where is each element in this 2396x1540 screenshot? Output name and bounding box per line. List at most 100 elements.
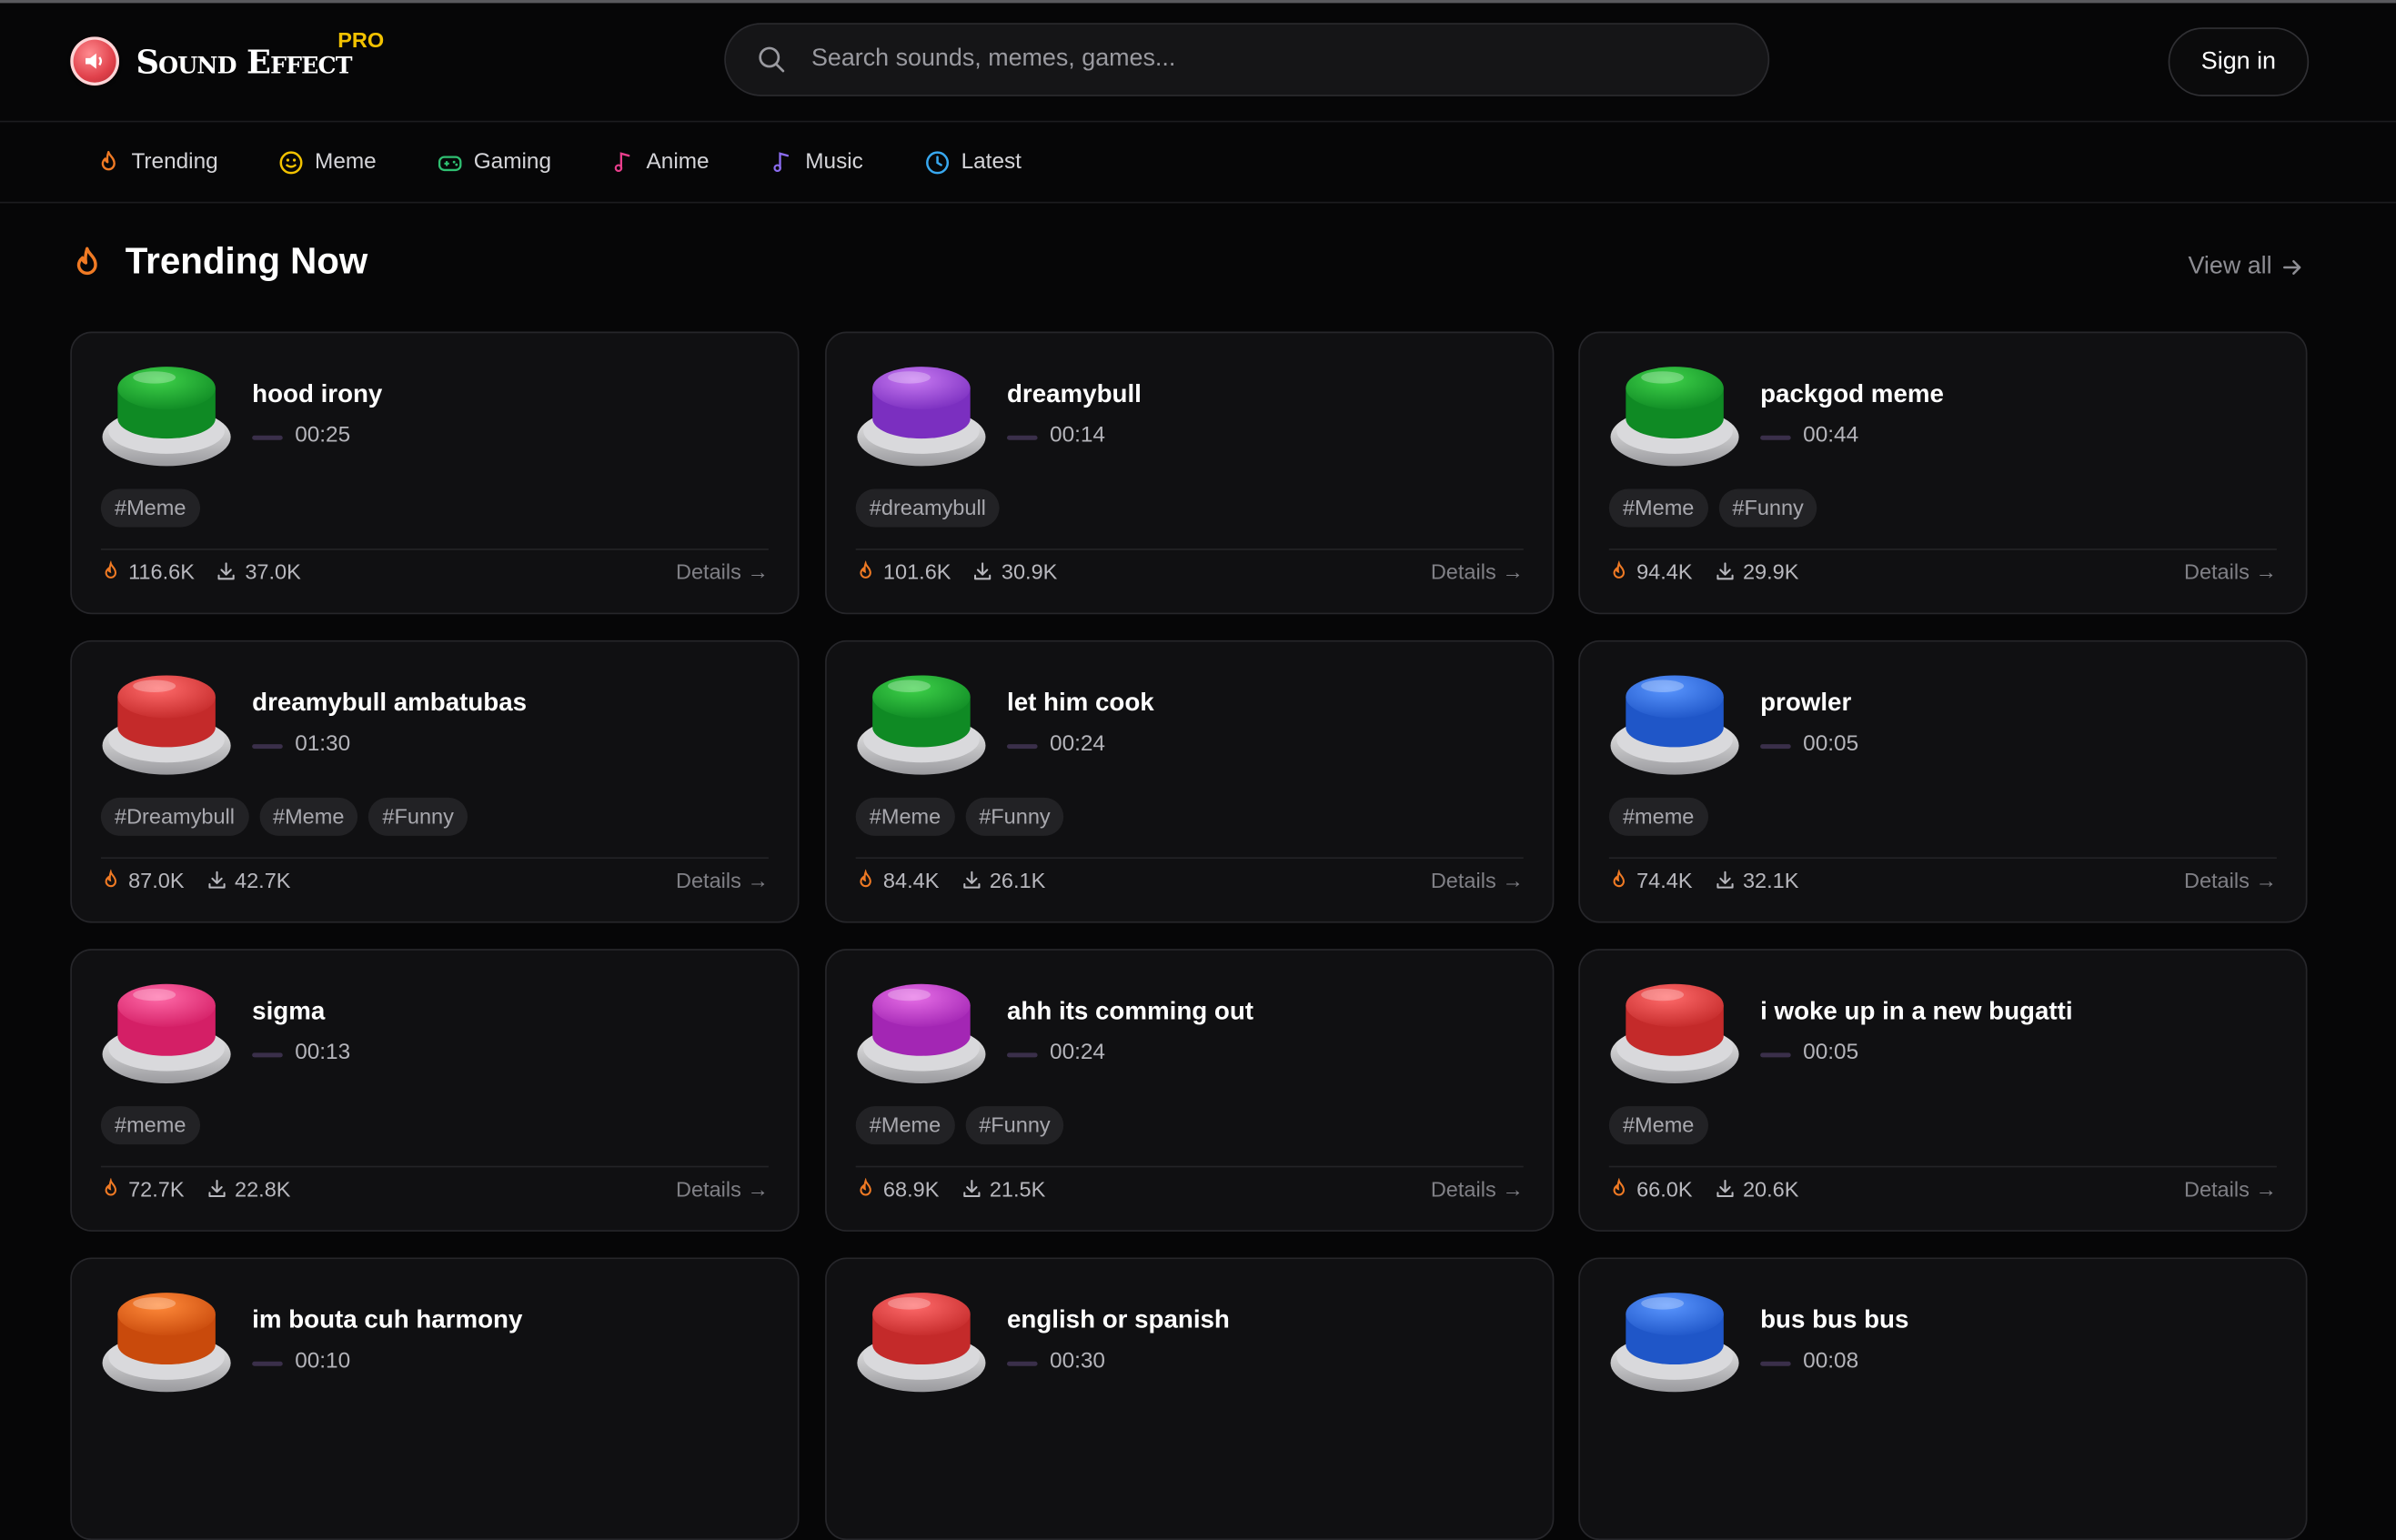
tag-chip[interactable]: #meme (100, 1106, 200, 1145)
sound-title[interactable]: hood irony (252, 380, 382, 409)
play-button-icon[interactable] (1609, 360, 1740, 470)
sound-card[interactable]: im bouta cuh harmony 00:10 (70, 1257, 800, 1540)
nav-label: Gaming (473, 149, 552, 175)
sound-title[interactable]: im bouta cuh harmony (252, 1306, 522, 1335)
downloads-stat: 20.6K (1714, 1176, 1798, 1201)
tag-chip[interactable]: #Meme (855, 797, 955, 836)
sound-card[interactable]: sigma 00:13 #meme 72.7K 22.8K Details → (70, 949, 800, 1232)
sound-card[interactable]: prowler 00:05 #meme 74.4K 32.1K Details → (1578, 639, 2308, 923)
plays-count: 68.9K (882, 1176, 940, 1202)
flame-icon (105, 1178, 116, 1196)
tag-list: #meme (100, 1106, 210, 1145)
search-bar[interactable] (724, 23, 1770, 96)
sound-card[interactable]: bus bus bus 00:08 (1578, 1257, 2308, 1540)
flame-icon (105, 560, 116, 579)
tag-chip[interactable]: #Meme (855, 1106, 955, 1145)
downloads-stat: 42.7K (206, 868, 290, 892)
plays-stat: 66.0K (1609, 1176, 1693, 1201)
play-button-icon[interactable] (101, 360, 232, 470)
downloads-stat: 29.9K (1714, 559, 1798, 584)
play-button-icon[interactable] (101, 978, 232, 1088)
flame-icon (860, 560, 871, 579)
flame-icon (76, 247, 97, 276)
sound-title[interactable]: dreamybull (1007, 380, 1142, 409)
flame-icon (1613, 869, 1625, 888)
view-all-link[interactable]: View all (2188, 254, 2302, 281)
details-link[interactable]: Details → (2184, 1176, 2277, 1201)
sound-title[interactable]: english or spanish (1007, 1306, 1230, 1335)
details-link[interactable]: Details → (1431, 868, 1524, 892)
tag-chip[interactable]: #Funny (1718, 488, 1817, 528)
details-link[interactable]: Details → (676, 1176, 769, 1201)
plays-stat: 84.4K (856, 868, 939, 892)
sound-card[interactable]: ahh its comming out 00:24 #Meme #Funny 68.9… (825, 949, 1555, 1232)
tag-list: #Meme #Funny (855, 1106, 1075, 1145)
tag-chip[interactable]: #Funny (368, 797, 468, 836)
sound-title[interactable]: bus bus bus (1760, 1306, 1908, 1335)
sound-title[interactable]: ahh its comming out (1007, 998, 1253, 1027)
sound-duration: 00:05 (1803, 1040, 1859, 1065)
play-button-icon[interactable] (856, 360, 987, 470)
sign-in-button[interactable]: Sign in (2168, 27, 2310, 96)
sound-card[interactable]: packgod meme 00:44 #Meme #Funny 94.4K 29.9K… (1578, 331, 2308, 615)
nav-item-meme[interactable]: Meme (278, 122, 377, 201)
nav-item-anime[interactable]: Anime (611, 122, 710, 201)
sound-card[interactable]: let him cook 00:24 #Meme #Funny 84.4K 26.1K… (825, 639, 1555, 923)
download-icon (962, 1180, 980, 1197)
tag-chip[interactable]: #Meme (258, 797, 358, 836)
play-button-icon[interactable] (101, 669, 232, 780)
search-input[interactable] (808, 44, 1732, 75)
sound-card[interactable]: dreamybull ambatubas 01:30 #Dreamybull #Mem… (70, 639, 800, 923)
play-button-icon[interactable] (101, 1286, 232, 1396)
play-button-icon[interactable] (1609, 978, 1740, 1088)
sound-card[interactable]: english or spanish 00:30 (825, 1257, 1555, 1540)
tag-list: #Meme (1608, 1106, 1718, 1145)
nav-item-music[interactable]: Music (770, 122, 863, 201)
progress-bar (1760, 1052, 1791, 1058)
tag-chip[interactable]: #Meme (1608, 1106, 1708, 1145)
sound-title[interactable]: prowler (1760, 689, 1851, 719)
downloads-stat: 21.5K (961, 1176, 1045, 1201)
plays-count: 94.4K (1636, 559, 1693, 584)
play-button-icon[interactable] (1609, 1286, 1740, 1396)
details-link[interactable]: Details → (676, 868, 769, 892)
sound-title[interactable]: i woke up in a new bugatti (1760, 998, 2072, 1027)
plays-stat: 101.6K (856, 559, 951, 584)
nav-item-latest[interactable]: Latest (924, 122, 1022, 201)
sound-duration: 00:14 (1050, 423, 1105, 448)
details-link[interactable]: Details → (1431, 559, 1524, 584)
sound-title[interactable]: dreamybull ambatubas (252, 689, 527, 719)
download-icon (1716, 871, 1733, 889)
sound-title[interactable]: sigma (252, 998, 325, 1027)
tag-chip[interactable]: #Funny (965, 797, 1064, 836)
tag-chip[interactable]: #meme (1608, 797, 1708, 836)
download-icon (1716, 562, 1733, 580)
nav-item-gaming[interactable]: Gaming (437, 122, 551, 201)
play-button-icon[interactable] (1609, 669, 1740, 780)
play-button-icon[interactable] (856, 669, 987, 780)
nav-label: Anime (646, 149, 710, 175)
tag-chip[interactable]: #Meme (1608, 488, 1708, 528)
details-link[interactable]: Details → (2184, 868, 2277, 892)
tag-chip[interactable]: #Meme (100, 488, 200, 528)
details-link[interactable]: Details → (676, 559, 769, 584)
nav-item-trending[interactable]: Trending (96, 122, 218, 201)
sound-card[interactable]: i woke up in a new bugatti 00:05 #Meme 66.… (1578, 949, 2308, 1232)
details-link[interactable]: Details → (2184, 559, 2277, 584)
sound-card[interactable]: hood irony 00:25 #Meme 116.6K 37.0K Detail… (70, 331, 800, 615)
tag-chip[interactable]: #Funny (965, 1106, 1064, 1145)
sound-duration: 00:05 (1803, 731, 1859, 757)
brand-logo[interactable]: Sound Effect PRO (70, 27, 384, 86)
sound-title[interactable]: packgod meme (1760, 380, 1944, 409)
play-button-icon[interactable] (856, 1286, 987, 1396)
details-link[interactable]: Details → (1431, 1176, 1524, 1201)
play-button-icon[interactable] (856, 978, 987, 1088)
sound-card[interactable]: dreamybull 00:14 #dreamybull 101.6K 30.9K … (825, 331, 1555, 615)
downloads-count: 21.5K (989, 1176, 1046, 1202)
card-stats: 74.4K 32.1K (1609, 868, 1820, 892)
tag-chip[interactable]: #dreamybull (855, 488, 1001, 528)
flame-icon (1613, 560, 1625, 579)
tag-chip[interactable]: #Dreamybull (100, 797, 249, 836)
sound-duration: 00:24 (1050, 731, 1105, 757)
sound-title[interactable]: let him cook (1007, 689, 1154, 719)
